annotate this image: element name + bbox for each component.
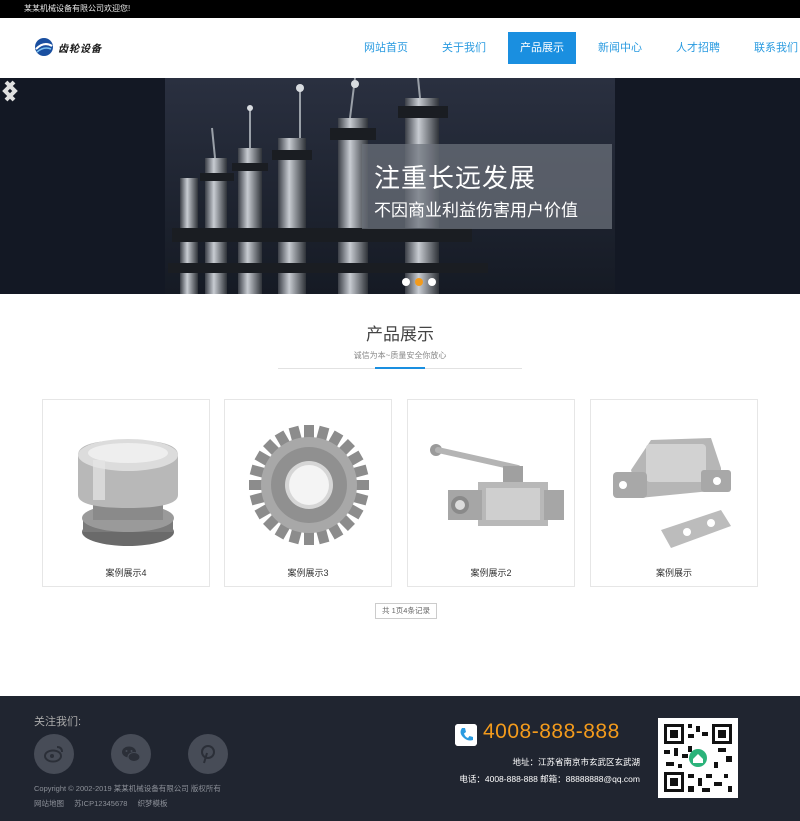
slide-dots [400, 278, 440, 288]
product-card[interactable]: 案例展示2 [407, 399, 575, 587]
product-label[interactable]: 案例展示 [591, 566, 757, 579]
product-card[interactable]: 案例展示3 [224, 399, 392, 587]
ball-valve-image [430, 444, 564, 526]
hinge-latch-image [613, 438, 731, 548]
product-card[interactable]: 案例展示 [590, 399, 758, 587]
slide-dot-2[interactable] [415, 278, 423, 286]
footer-link-template[interactable]: 织梦模板 [138, 799, 168, 808]
logo[interactable]: 齿轮设备 [34, 35, 114, 59]
slide-dot-3[interactable] [428, 278, 436, 286]
logo-icon [35, 38, 53, 56]
footer-address: 地址：江苏省南京市玄武区玄武湖 [512, 757, 640, 767]
footer-link-icp[interactable]: 苏ICP12345678 [74, 799, 127, 808]
welcome-text: 某某机械设备有限公司欢迎您! [24, 4, 131, 13]
product-label[interactable]: 案例展示4 [43, 566, 209, 579]
section-divider-accent [375, 367, 425, 369]
header: 齿轮设备 网站首页 关于我们 产品展示 新闻中心 人才招聘 联系我们 [0, 18, 800, 78]
nav-item-products[interactable]: 产品展示 [508, 32, 576, 64]
phone-icon [455, 724, 477, 746]
next-slide-arrow-icon[interactable] [0, 78, 20, 104]
logo-text: 齿轮设备 [58, 44, 102, 55]
footer-contact: 电话：4008-888-888 邮箱：88888888@qq.com [459, 774, 640, 784]
nav-item-contact[interactable]: 联系我们 [742, 32, 800, 64]
wechat-icon[interactable] [111, 734, 151, 774]
copyright-text: Copyright © 2002-2019 某某机械设备有限公司 版权所有 [34, 784, 221, 793]
nav-item-jobs[interactable]: 人才招聘 [664, 32, 732, 64]
nav-item-about[interactable]: 关于我们 [430, 32, 498, 64]
top-bar: 某某机械设备有限公司欢迎您! [0, 0, 800, 18]
qr-code-icon [658, 718, 738, 798]
product-label[interactable]: 案例展示3 [225, 566, 391, 579]
slide-dot-1[interactable] [402, 278, 410, 286]
section-title: 产品展示 [366, 325, 434, 344]
section-subtitle: 诚信为本~质量安全你放心 [353, 351, 447, 360]
pinterest-icon[interactable] [188, 734, 228, 774]
pagination-info: 共 1页4条记录 [375, 603, 437, 619]
footer: 关注我们: Copyright © 2002-2019 某某机械设备有限公司 版… [0, 696, 800, 821]
product-label[interactable]: 案例展示2 [408, 566, 574, 579]
banner-subtitle: 不因商业利益伤害用户价值 [374, 201, 578, 220]
nav-item-news[interactable]: 新闻中心 [586, 32, 654, 64]
footer-links: 网站地图 苏ICP12345678 织梦模板 [34, 798, 176, 809]
hotline-number[interactable]: 4008-888-888 [483, 720, 620, 744]
spur-gear-image [249, 425, 369, 545]
product-card[interactable]: 案例展示4 [42, 399, 210, 587]
banner-title: 注重长远发展 [374, 163, 537, 193]
banner-caption: 注重长远发展 不因商业利益伤害用户价值 [362, 144, 612, 229]
breather-cap-image [78, 439, 178, 546]
main-nav: 网站首页 关于我们 产品展示 新闻中心 人才招聘 联系我们 [352, 32, 800, 64]
follow-us-label: 关注我们: [34, 716, 82, 728]
nav-item-home[interactable]: 网站首页 [352, 32, 420, 64]
weibo-icon[interactable] [34, 734, 74, 774]
footer-link-sitemap[interactable]: 网站地图 [34, 799, 64, 808]
